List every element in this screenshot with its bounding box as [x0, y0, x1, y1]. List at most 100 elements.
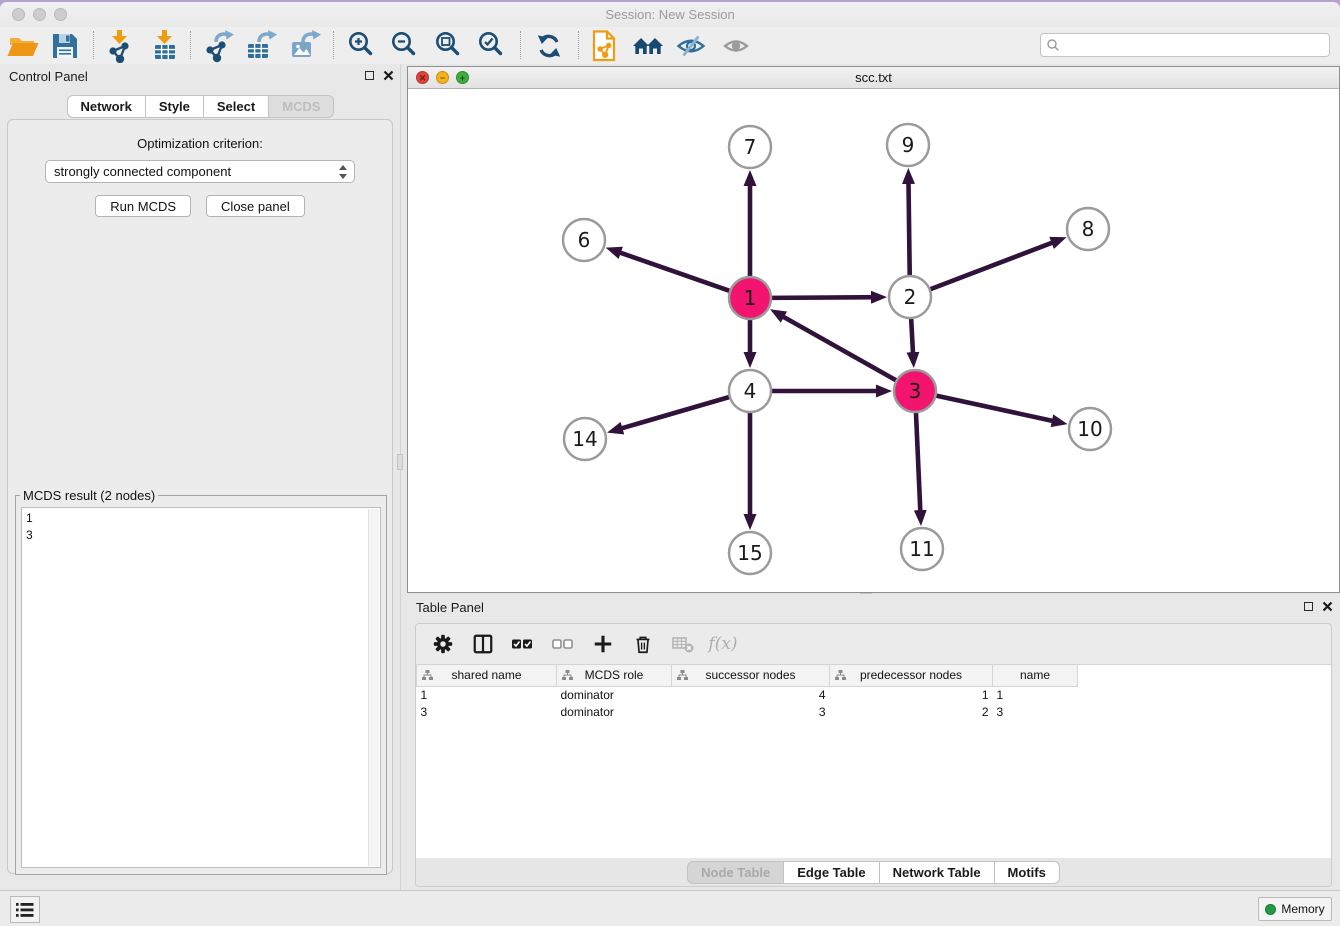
select-all-icon[interactable] [510, 631, 536, 657]
run-mcds-button[interactable]: Run MCDS [95, 195, 191, 217]
column-header-successor-nodes[interactable]: successor nodes [672, 665, 830, 686]
search-input[interactable] [1060, 36, 1329, 54]
column-header-shared-name[interactable]: shared name [417, 665, 557, 686]
control-panel-header: Control Panel [0, 64, 401, 90]
hierarchy-icon [677, 670, 688, 684]
import-network-icon[interactable] [103, 29, 137, 63]
memory-button[interactable]: Memory [1258, 897, 1332, 921]
tab-select[interactable]: Select [204, 95, 269, 118]
optimization-criterion-label: Optimization criterion: [8, 136, 392, 151]
main-toolbar [0, 27, 1340, 64]
graph-node-label-10: 10 [1077, 417, 1102, 441]
zoom-fit-icon[interactable] [432, 29, 466, 63]
graph-node-label-15: 15 [737, 541, 762, 565]
tab-motifs[interactable]: Motifs [995, 861, 1060, 884]
export-image-icon[interactable] [288, 29, 322, 63]
import-table-icon[interactable] [148, 29, 182, 63]
hierarchy-icon [422, 670, 433, 684]
export-table-icon[interactable] [244, 29, 278, 63]
graph-node-label-14: 14 [572, 427, 597, 451]
network-frame-titlebar[interactable]: ✕ − + scc.txt [408, 67, 1339, 89]
criterion-value: strongly connected component [54, 164, 231, 179]
memory-status-icon [1265, 904, 1276, 915]
table-row[interactable]: 3 dominator 3 2 3 [417, 703, 1078, 720]
tab-network-table[interactable]: Network Table [880, 861, 995, 884]
table-tabs: Node Table Edge Table Network Table Moti… [416, 858, 1331, 886]
graph-node-label-3: 3 [909, 379, 922, 403]
toolbar-separator [190, 31, 191, 59]
delete-row-icon[interactable] [630, 631, 656, 657]
tab-edge-table[interactable]: Edge Table [784, 861, 879, 884]
table-toolbar: f(x) [416, 624, 1331, 664]
graph-node-label-6: 6 [578, 228, 591, 252]
graph-edge-2-8[interactable] [930, 239, 1061, 289]
split-divider-grip[interactable] [397, 454, 403, 470]
search-field[interactable] [1040, 33, 1330, 57]
refresh-styles-icon[interactable] [532, 29, 566, 63]
zoom-in-icon[interactable] [345, 29, 379, 63]
zoom-out-icon[interactable] [388, 29, 422, 63]
function-builder-icon: f(x) [710, 631, 736, 657]
tab-mcds[interactable]: MCDS [269, 95, 334, 118]
graph-edge-2-9[interactable] [908, 174, 909, 276]
tab-style[interactable]: Style [146, 95, 204, 118]
first-neighbors-icon[interactable] [631, 29, 665, 63]
graph-edge-3-1[interactable] [775, 312, 896, 380]
network-frame-title: scc.txt [408, 67, 1339, 89]
column-header-mcds-role[interactable]: MCDS role [557, 665, 672, 686]
column-header-predecessor-nodes[interactable]: predecessor nodes [830, 665, 993, 686]
graph-edge-1-2[interactable] [771, 297, 881, 298]
hide-selected-icon[interactable] [674, 29, 708, 63]
table-panel-body: f(x) shared name MCDS role successor nod… [415, 623, 1332, 887]
tab-network[interactable]: Network [67, 95, 146, 118]
task-history-button[interactable] [10, 896, 40, 923]
add-row-icon[interactable] [590, 631, 616, 657]
graph-node-label-2: 2 [904, 285, 917, 309]
close-panel-icon[interactable] [1322, 601, 1333, 612]
graph-node-label-4: 4 [744, 379, 757, 403]
table-row[interactable]: 1 dominator 4 1 1 [417, 686, 1078, 703]
graph-edge-3-11[interactable] [916, 412, 921, 520]
search-icon [1046, 38, 1060, 52]
graph-node-label-7: 7 [744, 135, 757, 159]
mcds-result-line: 1 [26, 510, 376, 527]
split-divider[interactable] [400, 64, 401, 890]
node-table-grid: shared name MCDS role successor nodes pr… [416, 665, 1078, 720]
mcds-panel: Optimization criterion: strongly connect… [7, 119, 393, 874]
float-panel-icon[interactable] [365, 71, 374, 80]
graph-edge-1-6[interactable] [611, 250, 730, 292]
graph-edge-4-14[interactable] [613, 397, 730, 431]
zoom-selected-icon[interactable] [475, 29, 509, 63]
graph-edge-2-3[interactable] [911, 318, 913, 362]
status-bar: Memory [0, 890, 1340, 926]
export-network-icon[interactable] [201, 29, 235, 63]
new-network-from-selection-icon[interactable] [587, 29, 621, 63]
toolbar-separator [333, 31, 334, 59]
column-header-name[interactable]: name [993, 665, 1078, 686]
result-scrollbar[interactable] [368, 509, 379, 866]
float-panel-icon[interactable] [1304, 602, 1313, 611]
graph-edge-3-10[interactable] [936, 395, 1062, 422]
table-panel-header: Table Panel [407, 595, 1340, 621]
network-canvas-svg[interactable]: 1234678910111415 [408, 89, 1339, 592]
mcds-result-title: MCDS result (2 nodes) [20, 488, 158, 503]
graph-node-label-11: 11 [909, 537, 934, 561]
settings-gear-icon[interactable] [430, 631, 456, 657]
criterion-dropdown[interactable]: strongly connected component [45, 160, 355, 183]
open-session-icon[interactable] [6, 29, 40, 63]
network-canvas[interactable]: 1234678910111415 [408, 89, 1339, 592]
close-panel-icon[interactable] [383, 70, 394, 81]
mcds-result-list[interactable]: 1 3 [21, 507, 381, 868]
show-columns-icon[interactable] [470, 631, 496, 657]
close-panel-button[interactable]: Close panel [206, 195, 305, 217]
delete-table-icon [670, 631, 696, 657]
save-session-icon[interactable] [48, 29, 82, 63]
show-all-icon[interactable] [719, 29, 753, 63]
network-view-frame: ✕ − + scc.txt 1234678910111415 [407, 66, 1340, 593]
toolbar-separator [520, 31, 521, 59]
tab-node-table[interactable]: Node Table [687, 861, 784, 884]
graph-node-label-8: 8 [1082, 217, 1095, 241]
node-table: shared name MCDS role successor nodes pr… [416, 664, 1331, 858]
graph-node-label-9: 9 [902, 133, 915, 157]
deselect-all-icon[interactable] [550, 631, 576, 657]
